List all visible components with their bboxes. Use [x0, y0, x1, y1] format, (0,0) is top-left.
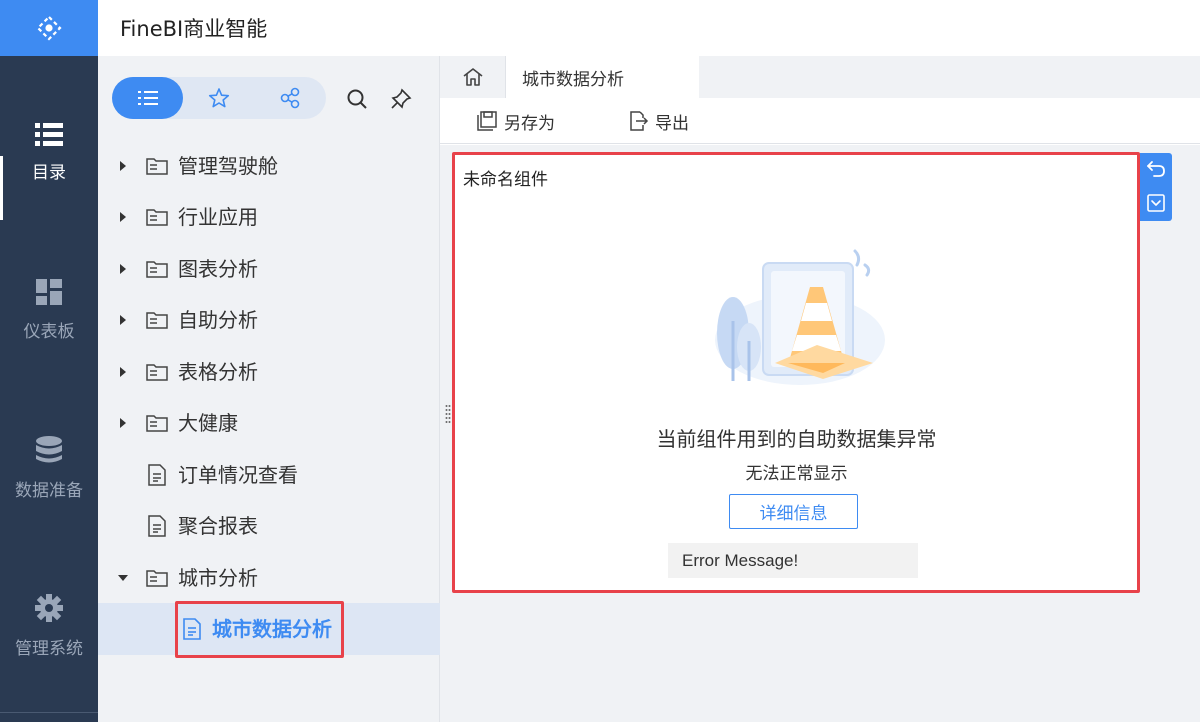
- tree-item-folder-expanded[interactable]: 城市分析: [98, 553, 440, 603]
- share-icon: [280, 87, 299, 109]
- home-icon: [463, 68, 482, 86]
- tab-label: 城市数据分析: [522, 69, 624, 90]
- undo-button[interactable]: [1146, 159, 1166, 179]
- tab-bar: 城市数据分析: [440, 56, 1200, 98]
- selection-highlight-box: [175, 601, 344, 658]
- folder-icon: [146, 261, 168, 278]
- tree-item-label: 自助分析: [178, 308, 258, 332]
- caret-right-icon: [120, 367, 126, 377]
- dashboard-icon: [36, 278, 62, 305]
- report-icon: [148, 464, 166, 486]
- tree-item-folder[interactable]: 管理驾驶舱: [98, 141, 440, 191]
- view-list-button[interactable]: [112, 77, 183, 119]
- caret-right-icon: [120, 161, 126, 171]
- report-icon: [148, 515, 166, 537]
- rail-divider: [0, 712, 98, 713]
- folder-icon: [146, 312, 168, 329]
- tree-item-folder[interactable]: 表格分析: [98, 347, 440, 397]
- chevron-down-box-icon: [1147, 194, 1165, 212]
- folder-icon: [146, 364, 168, 381]
- details-button[interactable]: 详细信息: [729, 494, 858, 529]
- view-favorites-button[interactable]: [183, 77, 254, 119]
- widget-side-toolbar: [1140, 153, 1172, 221]
- list-icon: [35, 122, 63, 146]
- error-message-box: Error Message!: [668, 543, 918, 578]
- tree-item-folder[interactable]: 自助分析: [98, 295, 440, 345]
- tree-item-label: 行业应用: [178, 205, 258, 229]
- rail-item-dashboard[interactable]: 仪表板: [0, 250, 98, 370]
- panel-resize-handle[interactable]: [445, 404, 451, 424]
- logo-icon: [36, 15, 62, 41]
- rail-label-catalog: 目录: [32, 162, 66, 183]
- undo-icon: [1147, 161, 1165, 177]
- tab-city-data-analysis[interactable]: 城市数据分析: [506, 56, 699, 98]
- widget-title: 未命名组件: [463, 170, 548, 190]
- folder-icon: [146, 209, 168, 226]
- tree-item-label: 城市分析: [178, 566, 258, 590]
- list-icon: [137, 91, 158, 105]
- folder-icon: [146, 415, 168, 432]
- gear-icon: [35, 593, 63, 622]
- caret-right-icon: [120, 264, 126, 274]
- export-label: 导出: [655, 113, 689, 134]
- search-button[interactable]: [345, 87, 369, 111]
- app-title: FineBI商业智能: [120, 17, 268, 41]
- drag-handle-icon: [445, 405, 451, 423]
- tree-item-folder[interactable]: 大健康: [98, 398, 440, 448]
- caret-right-icon: [120, 212, 126, 222]
- rail-item-catalog[interactable]: 目录: [0, 92, 98, 220]
- collapse-button[interactable]: [1146, 193, 1166, 213]
- tree-item-label: 聚合报表: [178, 514, 258, 538]
- app-logo[interactable]: [0, 0, 98, 56]
- tree-item-label: 订单情况查看: [178, 463, 298, 487]
- save-as-label: 另存为: [504, 113, 555, 134]
- pin-button[interactable]: [389, 87, 413, 111]
- rail-label-data-prep: 数据准备: [15, 480, 83, 501]
- error-subtitle: 无法正常显示: [745, 464, 848, 484]
- app-header: FineBI商业智能: [98, 0, 1200, 56]
- tree-item-report[interactable]: 聚合报表: [98, 501, 440, 551]
- database-icon: [36, 435, 62, 462]
- tree-item-label: 图表分析: [178, 257, 258, 281]
- rail-item-admin[interactable]: 管理系统: [0, 566, 98, 686]
- tree-item-report[interactable]: 订单情况查看: [98, 450, 440, 500]
- home-tab[interactable]: [440, 56, 506, 98]
- folder-icon: [146, 570, 168, 587]
- error-illustration-icon: [715, 249, 885, 385]
- caret-right-icon: [120, 418, 126, 428]
- folder-icon: [146, 158, 168, 175]
- pin-icon: [391, 88, 412, 109]
- save-as-button[interactable]: 另存为: [476, 109, 555, 134]
- tree-item-folder[interactable]: 图表分析: [98, 244, 440, 294]
- search-icon: [347, 89, 367, 109]
- export-icon: [630, 111, 649, 131]
- save-as-icon: [477, 111, 497, 131]
- catalog-view-switch: [112, 77, 326, 119]
- tree-item-label: 管理驾驶舱: [178, 154, 278, 178]
- tree-item-folder[interactable]: 行业应用: [98, 192, 440, 242]
- rail-item-data-prep[interactable]: 数据准备: [0, 408, 98, 528]
- left-rail: 目录 仪表板 数据准备 管理系统: [0, 0, 98, 722]
- toolbar: 另存为 导出: [440, 98, 1200, 144]
- rail-label-dashboard: 仪表板: [23, 321, 75, 342]
- tree-item-label: 表格分析: [178, 360, 258, 384]
- caret-down-icon: [118, 575, 128, 581]
- export-button[interactable]: 导出: [627, 109, 689, 134]
- error-message-text: Error Message!: [682, 550, 799, 570]
- error-title: 当前组件用到的自助数据集异常: [656, 427, 937, 451]
- star-icon: [208, 88, 229, 108]
- tree-item-label: 大健康: [178, 411, 238, 435]
- view-shared-button[interactable]: [254, 77, 325, 119]
- rail-label-admin: 管理系统: [15, 638, 83, 659]
- caret-right-icon: [120, 315, 126, 325]
